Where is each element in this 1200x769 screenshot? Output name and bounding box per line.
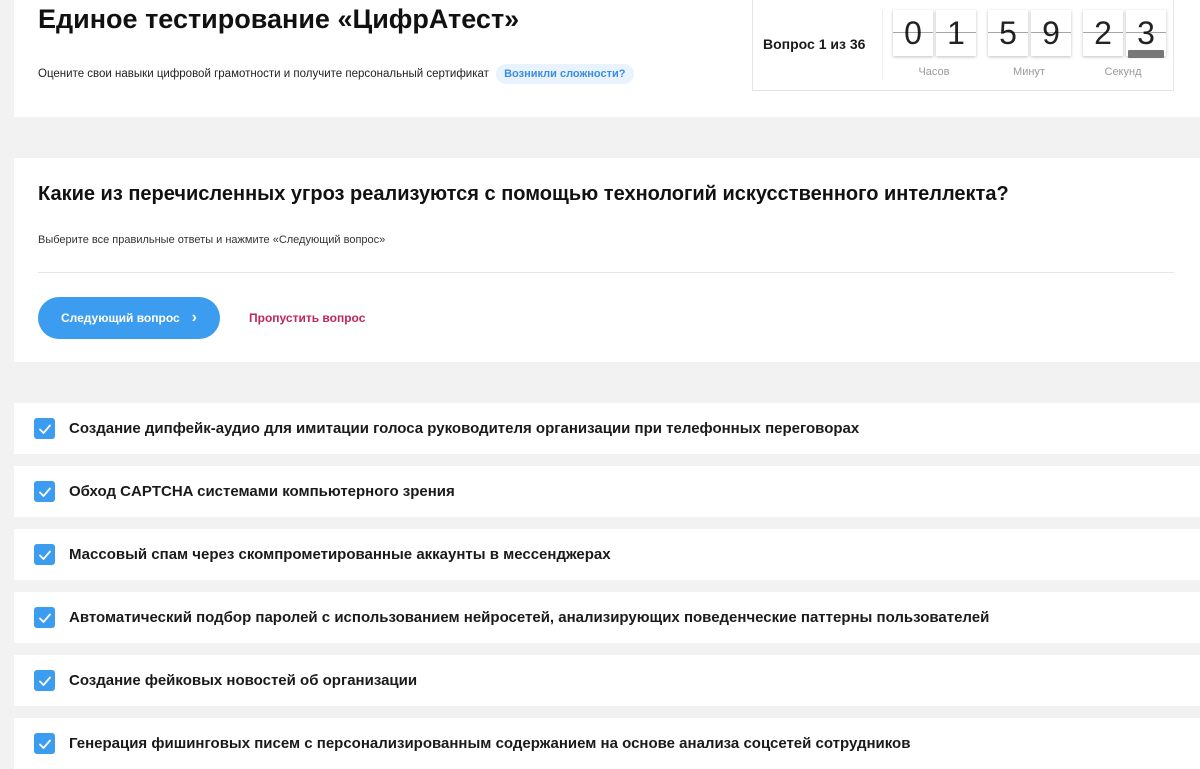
help-link[interactable]: Возникли сложности? (496, 64, 634, 84)
answer-checkbox[interactable] (34, 418, 55, 439)
timer-digit-seconds-2-value: 3 (1137, 15, 1155, 51)
digit-flip-shadow (1128, 50, 1164, 58)
answer-text: Генерация фишинговых писем с персонализи… (69, 735, 911, 752)
answer-option-4[interactable]: Автоматический подбор паролей с использо… (14, 592, 1200, 643)
check-icon (38, 739, 51, 749)
timer-digit-seconds-2: 3 (1126, 10, 1166, 58)
answer-checkbox[interactable] (34, 670, 55, 691)
check-icon (38, 613, 51, 623)
skip-question-link[interactable]: Пропустить вопрос (249, 311, 365, 325)
next-question-button[interactable]: Следующий вопрос › (38, 297, 220, 339)
answer-checkbox[interactable] (34, 544, 55, 565)
timer-digit-hours-1: 0 (893, 10, 933, 56)
answer-option-5[interactable]: Создание фейковых новостей об организаци… (14, 655, 1200, 706)
page-title: Единое тестирование «ЦифрАтест» (38, 4, 520, 34)
chevron-right-icon: › (191, 309, 197, 326)
answer-option-1[interactable]: Создание дипфейк-аудио для имитации голо… (14, 403, 1200, 454)
unit-label-seconds: Секунд (1104, 66, 1142, 78)
unit-label-hours: Часов (918, 66, 950, 78)
check-icon (38, 487, 51, 497)
question-card: Какие из перечисленных угроз реализуются… (14, 158, 1200, 362)
question-title: Какие из перечисленных угроз реализуются… (38, 183, 1009, 205)
timer-digit-minutes-1: 5 (988, 10, 1028, 56)
answer-text: Создание дипфейк-аудио для имитации голо… (69, 420, 860, 437)
timer-divider (882, 10, 883, 80)
unit-label-minutes: Минут (1013, 66, 1045, 78)
question-counter: Вопрос 1 из 36 (763, 36, 866, 52)
next-question-label: Следующий вопрос (60, 311, 180, 325)
question-hint: Выберите все правильные ответы и нажмите… (38, 234, 386, 246)
answer-checkbox[interactable] (34, 607, 55, 628)
question-divider (38, 272, 1174, 273)
answer-text: Массовый спам через скомпрометированные … (69, 546, 611, 563)
answer-text: Создание фейковых новостей об организаци… (69, 672, 418, 689)
check-icon (38, 676, 51, 686)
answer-option-3[interactable]: Массовый спам через скомпрометированные … (14, 529, 1200, 580)
timer-digit-seconds-1: 2 (1083, 10, 1123, 56)
answer-checkbox[interactable] (34, 733, 55, 754)
page-subtitle: Оцените свои навыки цифровой грамотности… (38, 64, 634, 84)
timer-digit-minutes-2: 9 (1031, 10, 1071, 56)
answer-checkbox[interactable] (34, 481, 55, 502)
check-icon (38, 424, 51, 434)
check-icon (38, 550, 51, 560)
header-card: Единое тестирование «ЦифрАтест» Оцените … (14, 0, 1200, 117)
answer-text: Автоматический подбор паролей с использо… (69, 609, 990, 626)
timer-box: Вопрос 1 из 36 0 1 5 9 2 3 Часов Минут С… (752, 0, 1174, 91)
answer-option-6[interactable]: Генерация фишинговых писем с персонализи… (14, 718, 1200, 769)
subtitle-text: Оцените свои навыки цифровой грамотности… (38, 68, 489, 80)
answer-list: Создание дипфейк-аудио для имитации голо… (14, 403, 1200, 769)
timer-digit-hours-2: 1 (936, 10, 976, 56)
answer-option-2[interactable]: Обход CAPTCHA системами компьютерного зр… (14, 466, 1200, 517)
answer-text: Обход CAPTCHA системами компьютерного зр… (69, 483, 455, 500)
